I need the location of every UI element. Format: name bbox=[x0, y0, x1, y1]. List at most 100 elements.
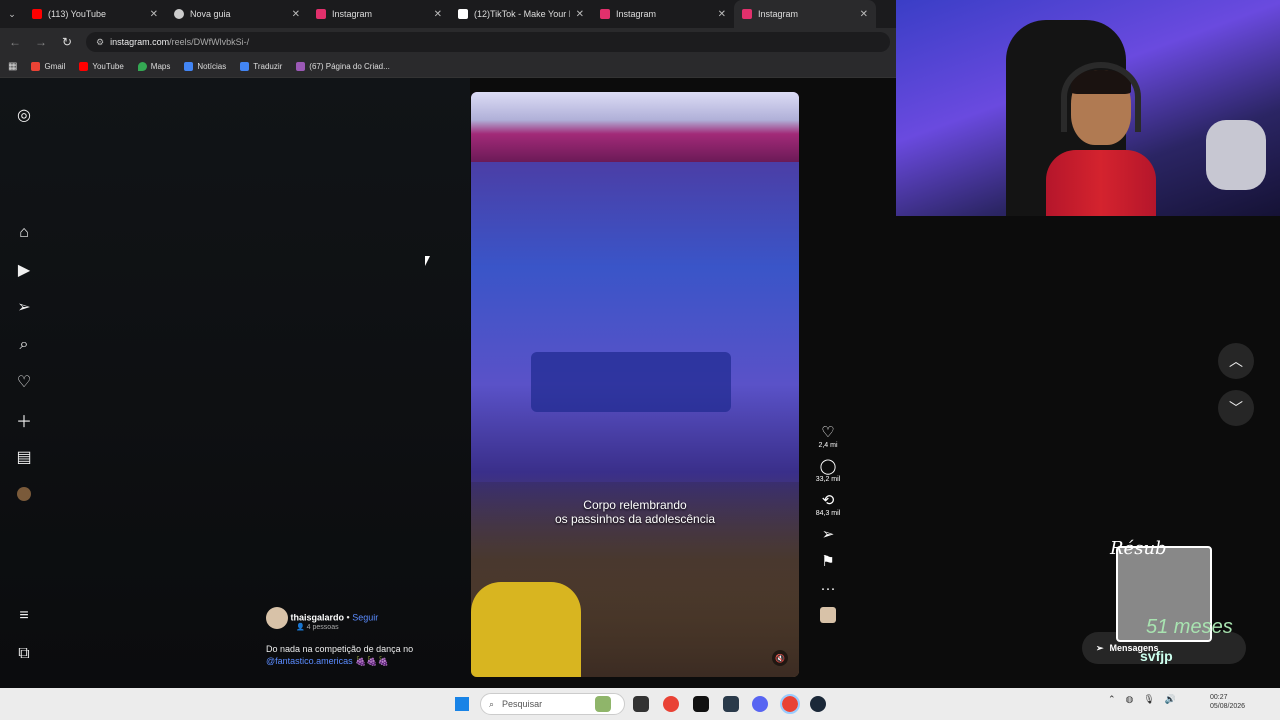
tab-label: Instagram bbox=[332, 9, 373, 19]
streamer-shirt bbox=[1046, 150, 1156, 216]
mouse-cursor-icon bbox=[425, 256, 430, 266]
chrome-icon[interactable] bbox=[663, 696, 679, 712]
tab-new[interactable]: Nova guia ✕ bbox=[166, 0, 308, 28]
comment-button[interactable]: ◯ 33,2 mil bbox=[808, 458, 848, 483]
mention-link[interactable]: @fantastico.americas bbox=[266, 656, 353, 666]
bookmark-news[interactable]: Notícias bbox=[184, 62, 226, 71]
tab-instagram-3[interactable]: Instagram ✕ bbox=[734, 0, 876, 28]
bookmark-creator-page[interactable]: (67) Página do Criad... bbox=[296, 62, 390, 71]
forward-icon[interactable]: → bbox=[34, 35, 48, 49]
close-icon[interactable]: ✕ bbox=[434, 9, 442, 20]
windows-start-icon[interactable] bbox=[455, 697, 469, 711]
youtube-icon bbox=[32, 9, 42, 19]
reload-icon[interactable]: ↻ bbox=[60, 35, 74, 49]
more-menu-icon[interactable]: ≡ bbox=[14, 606, 34, 626]
sub-alert-months: 51 meses bbox=[1146, 616, 1233, 638]
author-avatar[interactable] bbox=[266, 607, 288, 629]
instagram-sidebar: ◎ ⌂ ▶ ➢ ⌕ ♡ ＋ ▤ ≡ ⧉ bbox=[0, 78, 48, 688]
tagged-people[interactable]: 4 pessoas bbox=[307, 624, 339, 631]
chrome-active-icon[interactable] bbox=[780, 694, 800, 714]
instagram-logo-icon[interactable]: ◎ bbox=[14, 105, 34, 125]
home-icon[interactable]: ⌂ bbox=[14, 223, 34, 243]
instagram-icon bbox=[316, 9, 326, 19]
repost-button[interactable]: ⟲ 84,3 mil bbox=[808, 492, 848, 517]
follow-button[interactable]: Seguir bbox=[352, 612, 378, 622]
chrome-icon bbox=[174, 9, 184, 19]
bookmark-gmail[interactable]: Gmail bbox=[31, 62, 65, 71]
tab-search-menu[interactable]: ⌄ bbox=[0, 0, 24, 28]
tiktok-icon bbox=[458, 9, 468, 19]
bookmark-translate[interactable]: Traduzir bbox=[240, 62, 282, 71]
discord-icon[interactable] bbox=[752, 696, 768, 712]
search-placeholder: Pesquisar bbox=[502, 699, 543, 709]
mic-icon[interactable]: 🎙 bbox=[1143, 694, 1154, 705]
caption-line: Corpo relembrando bbox=[583, 498, 687, 512]
tab-tiktok[interactable]: (12)TikTok - Make Your Day ✕ bbox=[450, 0, 592, 28]
headset-icon bbox=[1061, 62, 1141, 132]
profile-avatar[interactable] bbox=[14, 484, 34, 504]
reel-video[interactable] bbox=[471, 92, 799, 677]
like-button[interactable]: ♡ 2,4 mi bbox=[808, 424, 848, 449]
close-icon[interactable]: ✕ bbox=[576, 9, 584, 20]
previous-reel-button[interactable]: ︿ bbox=[1218, 343, 1254, 379]
people-icon: 👤 bbox=[296, 624, 307, 631]
back-icon[interactable]: ← bbox=[8, 35, 22, 49]
bookmark-maps[interactable]: Maps bbox=[137, 62, 171, 71]
backdrop bbox=[0, 78, 470, 688]
chevron-up-icon[interactable]: ⌃ bbox=[1108, 694, 1116, 705]
bookmark-label: (67) Página do Criad... bbox=[309, 62, 390, 71]
taskbar-widget-icon[interactable] bbox=[595, 696, 611, 712]
chevron-up-icon: ︿ bbox=[1229, 353, 1243, 369]
tab-youtube[interactable]: (113) YouTube ✕ bbox=[24, 0, 166, 28]
caption-line: os passinhos da adolescência bbox=[554, 512, 716, 526]
reel-caption: Corpo relembrando os passinhos da adoles… bbox=[480, 498, 790, 526]
system-tray: ⌃ ◍ 🎙 🔊 bbox=[1108, 694, 1176, 705]
address-bar[interactable]: ⚙ instagram.com/reels/DWfWlvbkSi-/ bbox=[86, 32, 890, 52]
file-explorer-icon[interactable] bbox=[633, 696, 649, 712]
site-info-icon[interactable]: ⚙ bbox=[96, 37, 104, 48]
volume-icon[interactable]: 🔊 bbox=[1165, 694, 1176, 705]
chevron-down-icon: ﹀ bbox=[1229, 400, 1243, 416]
news-icon bbox=[184, 62, 194, 71]
bookmark-youtube[interactable]: YouTube bbox=[79, 62, 124, 71]
share-icon: ➢ bbox=[821, 526, 835, 543]
close-icon[interactable]: ✕ bbox=[150, 9, 158, 20]
save-button[interactable]: ⚑ bbox=[808, 553, 848, 571]
steam-icon[interactable] bbox=[810, 696, 826, 712]
close-icon[interactable]: ✕ bbox=[292, 9, 300, 20]
author-username[interactable]: thaisgalardo bbox=[291, 612, 345, 622]
bookmark-icon: ⚑ bbox=[821, 553, 835, 570]
terminal-icon[interactable] bbox=[723, 696, 739, 712]
youtube-icon bbox=[79, 62, 89, 71]
tab-instagram-2[interactable]: Instagram ✕ bbox=[592, 0, 734, 28]
tab-label: (12)TikTok - Make Your Day bbox=[474, 9, 570, 19]
close-icon[interactable]: ✕ bbox=[718, 9, 726, 20]
mute-icon[interactable]: 🔇 bbox=[772, 650, 788, 666]
network-icon[interactable]: ◍ bbox=[1126, 694, 1134, 705]
create-plus-icon[interactable]: ＋ bbox=[14, 410, 34, 431]
more-options-button[interactable]: ··· bbox=[808, 580, 848, 598]
notifications-heart-icon[interactable]: ♡ bbox=[14, 372, 34, 392]
audio-avatar[interactable] bbox=[808, 607, 848, 625]
dashboard-icon[interactable]: ▤ bbox=[14, 447, 34, 467]
video-scene-stage bbox=[531, 352, 731, 412]
search-icon[interactable]: ⌕ bbox=[14, 335, 34, 355]
separator: • bbox=[346, 612, 350, 623]
comment-count: 33,2 mil bbox=[815, 476, 841, 483]
taskbar-clock[interactable]: 00:27 05/08/2026 bbox=[1210, 693, 1245, 711]
emoji-icons: 🍇🍇🍇 bbox=[355, 656, 389, 666]
share-button[interactable]: ➢ bbox=[808, 526, 848, 544]
direct-message-icon[interactable]: ➢ bbox=[14, 297, 34, 317]
tiktok-icon[interactable] bbox=[693, 696, 709, 712]
tab-label: Instagram bbox=[758, 9, 799, 19]
bookmark-label: Maps bbox=[150, 62, 171, 71]
video-scene-person bbox=[471, 582, 581, 677]
also-from-meta-icon[interactable]: ⧉ bbox=[14, 644, 34, 664]
next-reel-button[interactable]: ﹀ bbox=[1218, 390, 1254, 426]
tab-instagram-1[interactable]: Instagram ✕ bbox=[308, 0, 450, 28]
maps-icon bbox=[137, 62, 147, 71]
close-icon[interactable]: ✕ bbox=[860, 9, 868, 20]
address-toolbar: ← → ↻ ⚙ instagram.com/reels/DWfWlvbkSi-/ bbox=[0, 28, 896, 56]
apps-grid-icon[interactable]: ▦ bbox=[8, 61, 17, 72]
reels-icon[interactable]: ▶ bbox=[14, 260, 34, 280]
